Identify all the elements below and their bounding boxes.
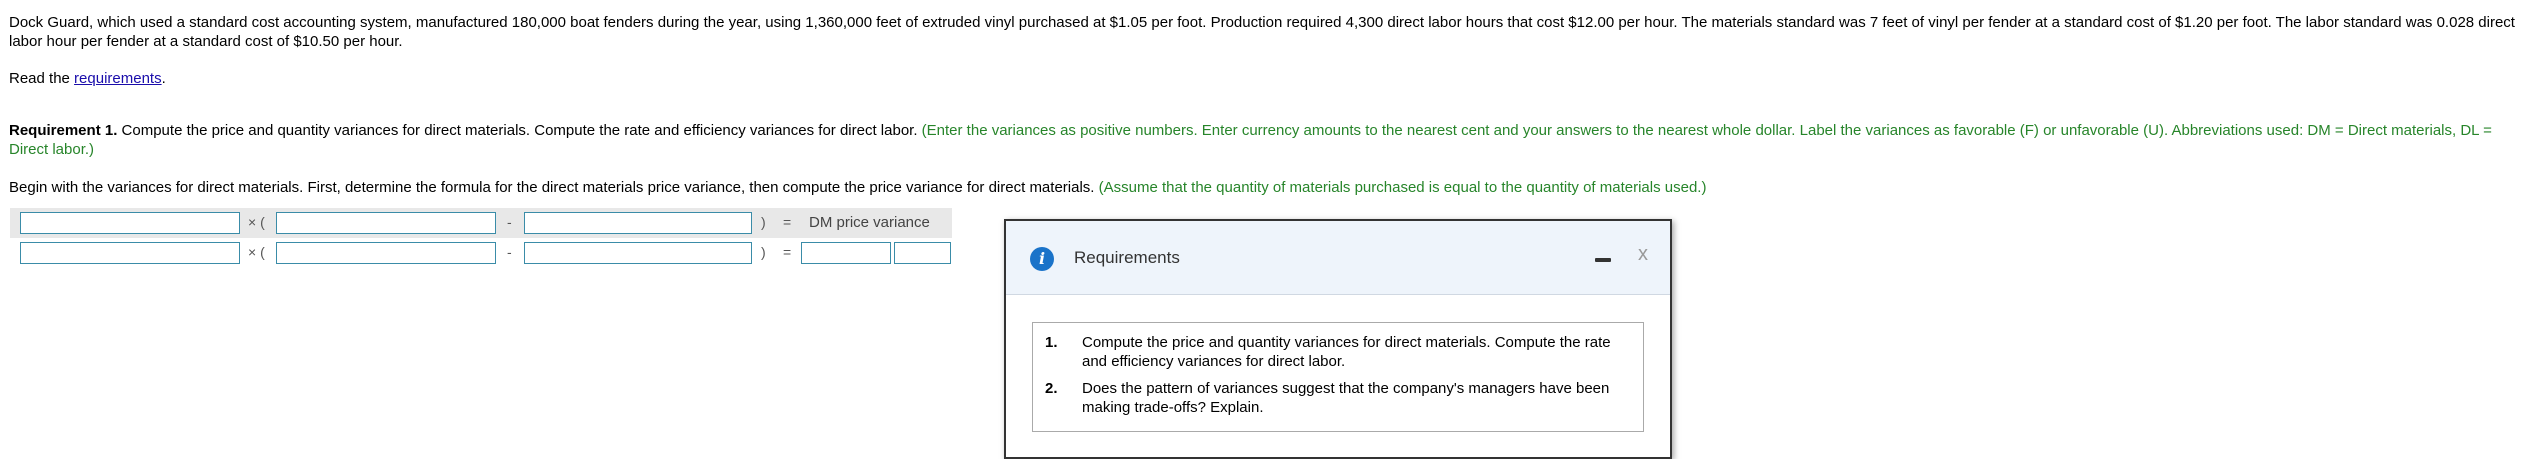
requirements-link[interactable]: requirements [74,70,162,87]
requirement-1-text: Compute the price and quantity variances… [117,122,922,139]
formula-value-input-3[interactable] [524,242,752,264]
dialog-title: Requirements [1074,248,1180,267]
formula-label-input-2[interactable] [276,212,496,234]
requirement-number: 2. [1045,380,1058,397]
formula-value-input-1[interactable] [20,242,240,264]
minus-sign: - [507,214,512,230]
equals-sign: = [783,244,792,260]
dm-price-variance-label: DM price variance [809,214,930,231]
formula-label-input-1[interactable] [20,212,240,234]
close-paren: ) [761,214,766,230]
dm-price-variance-amount-input[interactable] [801,242,891,264]
minus-sign: - [507,244,512,260]
begin-text: Begin with the variances for direct mate… [9,179,1099,196]
favorable-unfavorable-select[interactable] [894,242,951,264]
formula-label-row: × ( - ) = DM price variance [10,208,952,238]
info-icon: i [1030,247,1054,271]
read-suffix: . [161,70,166,87]
begin-note: (Assume that the quantity of materials p… [1098,179,1707,196]
minimize-button[interactable] [1594,251,1612,269]
requirement-1-label: Requirement 1. [9,122,118,139]
equals-sign: = [783,214,792,230]
problem-statement: Dock Guard, which used a standard cost a… [9,14,2515,50]
requirements-dialog: i Requirements x 1. Compute the price an… [1004,219,1672,459]
begin-instructions: Begin with the variances for direct mate… [9,178,1706,197]
requirement-text: Does the pattern of variances suggest th… [1082,380,1610,416]
read-prefix: Read the [9,70,75,87]
minimize-icon [1595,258,1611,262]
read-requirements-line: Read the requirements. [9,69,166,88]
dialog-header: i Requirements x [1006,221,1670,295]
requirement-1-instructions: Requirement 1. Compute the price and qua… [9,121,2529,159]
times-open-paren: × ( [248,214,265,230]
requirements-list: 1. Compute the price and quantity varian… [1032,322,1644,432]
dm-price-variance-formula: × ( - ) = DM price variance × ( - ) = [10,208,952,268]
formula-value-row: × ( - ) = [10,238,952,268]
times-open-paren: × ( [248,244,265,260]
requirement-text: Compute the price and quantity variances… [1082,334,1611,370]
close-paren: ) [761,244,766,260]
requirement-number: 1. [1045,334,1058,351]
formula-value-input-2[interactable] [276,242,496,264]
formula-label-input-3[interactable] [524,212,752,234]
close-icon[interactable]: x [1638,243,1648,266]
